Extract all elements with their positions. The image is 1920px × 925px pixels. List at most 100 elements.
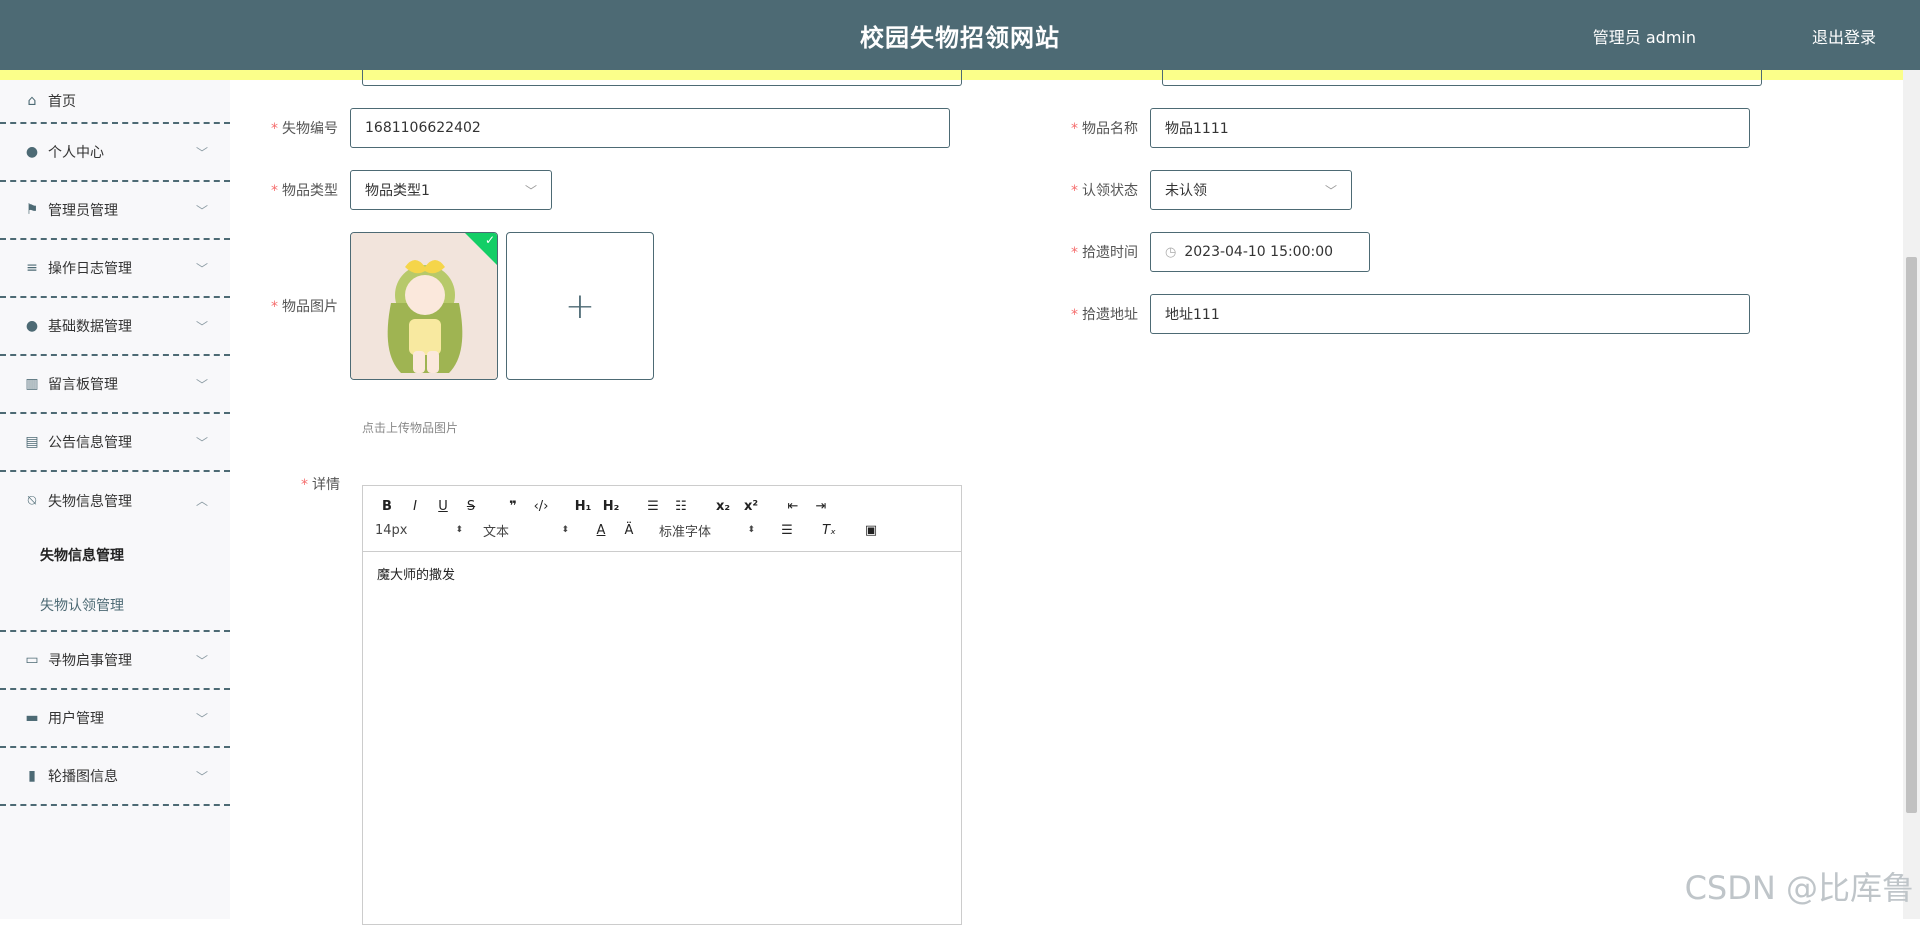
sidebar-item-log-manage[interactable]: ≡ 操作日志管理 ﹀ xyxy=(0,240,230,298)
align-icon[interactable]: ☰ xyxy=(775,523,799,538)
italic-icon[interactable]: I xyxy=(403,499,427,514)
clock-icon: ◷ xyxy=(1165,245,1176,260)
field-item-name: *物品名称 物品1111 xyxy=(1030,108,1750,148)
underline-icon[interactable]: U xyxy=(431,499,455,514)
field-label: *详情 xyxy=(230,474,352,494)
background-color-icon[interactable]: Ä xyxy=(617,523,641,538)
sidebar-subitem-label: 失物认领管理 xyxy=(40,595,124,615)
partial-input-right[interactable] xyxy=(1162,70,1762,86)
partial-input-left[interactable] xyxy=(362,70,962,86)
header-1-icon[interactable]: H₁ xyxy=(571,499,595,514)
scrollbar-thumb[interactable] xyxy=(1906,257,1917,813)
sidebar-item-notice[interactable]: ▤ 公告信息管理 ﹀ xyxy=(0,414,230,472)
sidebar-item-message-board[interactable]: ▥ 留言板管理 ﹀ xyxy=(0,356,230,414)
sidebar-item-label: 个人中心 xyxy=(48,142,104,162)
book-icon: ▤ xyxy=(24,434,40,450)
indent-icon[interactable]: ⇥ xyxy=(809,499,833,514)
sidebar-item-label: 管理员管理 xyxy=(48,200,118,220)
chevron-up-icon: ︿ xyxy=(196,492,208,509)
chevron-down-icon: ﹀ xyxy=(196,652,208,669)
chevron-down-icon: ﹀ xyxy=(525,182,537,199)
chevron-down-icon: ﹀ xyxy=(196,434,208,451)
current-user: 管理员 admin xyxy=(1593,24,1696,48)
bell-off-icon: ⍉ xyxy=(24,493,40,509)
editor-text: 魔大师的撒发 xyxy=(377,568,455,583)
lost-no-value: 1681106622402 xyxy=(365,120,481,136)
sidebar-subitem-lost-info[interactable]: 失物信息管理 xyxy=(0,530,230,580)
clipboard-icon: ▮ xyxy=(24,768,40,784)
sidebar-item-admin-manage[interactable]: ⚑ 管理员管理 ﹀ xyxy=(0,182,230,240)
font-color-icon[interactable]: A xyxy=(589,523,613,538)
font-size-select[interactable]: 14px⬍ xyxy=(375,523,463,538)
user-icon: ● xyxy=(24,144,40,160)
bullet-list-icon[interactable]: ☷ xyxy=(669,499,693,514)
field-label: *拾遗时间 xyxy=(1030,242,1150,262)
sidebar-item-label: 轮播图信息 xyxy=(48,766,118,786)
sidebar-item-user-manage[interactable]: ▬ 用户管理 ﹀ xyxy=(0,690,230,748)
code-block-icon[interactable]: ‹/› xyxy=(529,499,553,514)
clear-format-icon[interactable]: Tₓ xyxy=(817,523,841,538)
sidebar-item-label: 首页 xyxy=(48,91,76,111)
sidebar-item-personal-center[interactable]: ● 个人中心 ﹀ xyxy=(0,124,230,182)
sidebar-item-lost-info[interactable]: ⍉ 失物信息管理 ︿ xyxy=(0,472,230,530)
chevron-down-icon: ﹀ xyxy=(196,202,208,219)
subscript-icon[interactable]: x₂ xyxy=(711,499,735,514)
ordered-list-icon[interactable]: ☰ xyxy=(641,499,665,514)
field-label: *失物编号 xyxy=(230,118,350,138)
submenu-lost-info: 失物信息管理 失物认领管理 xyxy=(0,530,230,632)
field-pickup-address: *拾遗地址 地址111 xyxy=(1030,294,1750,334)
item-type-value: 物品类型1 xyxy=(365,180,430,200)
outdent-icon[interactable]: ⇤ xyxy=(781,499,805,514)
sidebar-subitem-lost-claim[interactable]: 失物认领管理 xyxy=(0,580,230,630)
field-label: *物品类型 xyxy=(230,180,350,200)
logout-button[interactable]: 退出登录 xyxy=(1812,24,1876,48)
sidebar-item-label: 基础数据管理 xyxy=(48,316,132,336)
pickup-address-input[interactable]: 地址111 xyxy=(1150,294,1750,334)
blockquote-icon[interactable]: ❞ xyxy=(501,499,525,514)
sidebar-item-base-data[interactable]: ● 基础数据管理 ﹀ xyxy=(0,298,230,356)
pickup-address-value: 地址111 xyxy=(1165,304,1220,324)
uploaded-image-thumbnail[interactable]: ✓ xyxy=(350,232,498,380)
item-name-value: 物品1111 xyxy=(1165,118,1229,138)
upload-image-button[interactable]: + xyxy=(506,232,654,380)
editor-content[interactable]: 魔大师的撒发 xyxy=(363,552,961,595)
chevron-down-icon: ﹀ xyxy=(1325,182,1337,199)
claim-status-select[interactable]: 未认领 ﹀ xyxy=(1150,170,1352,210)
superscript-icon[interactable]: x² xyxy=(739,499,763,514)
user-icon: ● xyxy=(24,318,40,334)
strike-icon[interactable]: S xyxy=(459,499,483,514)
updown-icon: ⬍ xyxy=(561,525,569,535)
block-format-select[interactable]: 文本⬍ xyxy=(483,521,569,540)
field-label: *拾遗地址 xyxy=(1030,304,1150,324)
claim-status-value: 未认领 xyxy=(1165,180,1207,200)
sidebar-item-carousel[interactable]: ▮ 轮播图信息 ﹀ xyxy=(0,748,230,806)
top-header: 校园失物招领网站 管理员 admin 退出登录 xyxy=(0,0,1920,70)
chevron-down-icon: ﹀ xyxy=(196,768,208,785)
updown-icon: ⬍ xyxy=(747,525,755,535)
lost-no-input[interactable]: 1681106622402 xyxy=(350,108,950,148)
sidebar-item-found-notice[interactable]: ▭ 寻物启事管理 ﹀ xyxy=(0,632,230,690)
chevron-down-icon: ﹀ xyxy=(196,318,208,335)
upload-hint: 点击上传物品图片 xyxy=(362,419,458,436)
list-icon: ≡ xyxy=(24,260,40,276)
sidebar-item-label: 失物信息管理 xyxy=(48,491,132,511)
rich-text-editor: B I U S ❞ ‹/› H₁ H₂ ☰ ☷ x₂ x² ⇤ ⇥ 14px⬍ … xyxy=(362,485,962,925)
bar-chart-icon: ▥ xyxy=(24,376,40,392)
plus-icon: + xyxy=(565,286,595,327)
pickup-time-input[interactable]: ◷ 2023-04-10 15:00:00 xyxy=(1150,232,1370,272)
page-scrollbar[interactable] xyxy=(1903,70,1920,919)
chevron-down-icon: ﹀ xyxy=(196,144,208,161)
field-label: *物品名称 xyxy=(1030,118,1150,138)
field-item-type: *物品类型 物品类型1 ﹀ xyxy=(230,170,552,210)
item-name-input[interactable]: 物品1111 xyxy=(1150,108,1750,148)
field-label: *物品图片 xyxy=(230,296,350,316)
sidebar-item-label: 用户管理 xyxy=(48,708,104,728)
check-icon: ✓ xyxy=(485,233,495,247)
sidebar-item-home[interactable]: ⌂ 首页 xyxy=(0,80,230,124)
header-2-icon[interactable]: H₂ xyxy=(599,499,623,514)
field-claim-status: *认领状态 未认领 ﹀ xyxy=(1030,170,1352,210)
font-family-select[interactable]: 标准字体⬍ xyxy=(659,521,755,540)
bold-icon[interactable]: B xyxy=(375,499,399,514)
image-insert-icon[interactable]: ▣ xyxy=(859,523,883,538)
item-type-select[interactable]: 物品类型1 ﹀ xyxy=(350,170,552,210)
